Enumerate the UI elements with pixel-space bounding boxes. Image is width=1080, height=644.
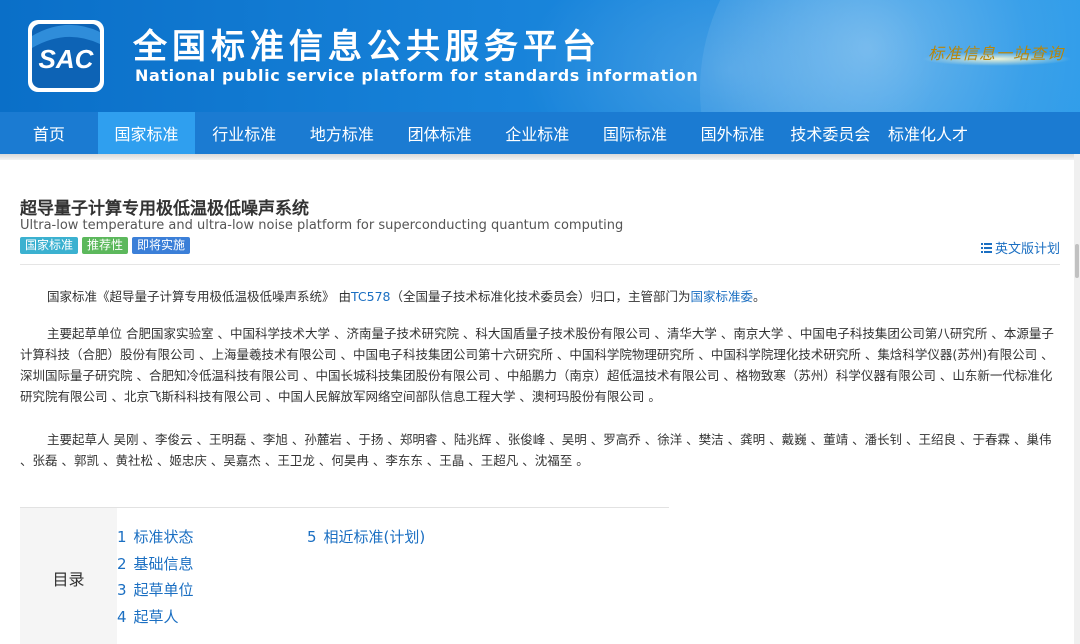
sac-logo[interactable]: SAC xyxy=(26,18,106,94)
toc-link[interactable]: 3 起草单位 xyxy=(117,577,194,604)
english-plan-label: 英文版计划 xyxy=(994,242,1060,257)
list-icon xyxy=(980,242,992,253)
toc-label-text: 起草单位 xyxy=(133,581,194,599)
slogan: 标准信息一站查询 xyxy=(927,44,1064,63)
toc-link[interactable]: 1 标准状态 xyxy=(117,524,194,551)
status-badge: 即将实施 xyxy=(132,237,191,254)
nav-item-1[interactable]: 国家标准 xyxy=(97,112,196,154)
standard-title-en: Ultra-low temperature and ultra-low nois… xyxy=(20,218,624,233)
toc-label-text: 相近标准(计划) xyxy=(323,528,426,546)
toc-number: 4 xyxy=(117,607,127,626)
intro-prefix: 国家标准《超导量子计算专用极低温极低噪声系统》 由 xyxy=(47,289,351,304)
title-divider xyxy=(20,264,1060,265)
nav-item-9[interactable]: 标准化人才 xyxy=(879,112,977,154)
nav-item-8[interactable]: 技术委员会 xyxy=(782,112,880,154)
intro-middle: （全国量子技术标准化技术委员会）归口，主管部门为 xyxy=(390,289,691,304)
toc-link[interactable]: 4 起草人 xyxy=(117,604,194,631)
table-of-contents: 目录 1 标准状态 2 基础信息 3 起草单位 4 起草人 5 相近标准(计划) xyxy=(20,507,669,644)
standard-badges: 国家标准 推荐性 即将实施 xyxy=(20,237,191,254)
nav-item-5[interactable]: 企业标准 xyxy=(488,112,586,154)
nav-item-4[interactable]: 团体标准 xyxy=(391,112,489,154)
toc-number: 3 xyxy=(117,581,127,599)
scrollbar-thumb[interactable] xyxy=(1075,244,1079,278)
drafting-units-text: 合肥国家实验室 、中国科学技术大学 、济南量子技术研究院 、科大国盾量子技术股份… xyxy=(20,326,1054,404)
toc-label: 目录 xyxy=(20,508,117,644)
toc-label-text: 标准状态 xyxy=(133,528,194,546)
nav-item-3[interactable]: 地方标准 xyxy=(293,112,391,154)
site-title-cn[interactable]: 全国标准信息公共服务平台 xyxy=(133,19,601,68)
drafters-paragraph: 主要起草人 吴刚 、李俊云 、王明磊 、李旭 、孙麓岩 、于扬 、郑明睿 、陆兆… xyxy=(20,429,1060,471)
toc-label-text: 基础信息 xyxy=(133,554,194,573)
main-nav: 首页 国家标准 行业标准 地方标准 团体标准 企业标准 国际标准 国外标准 技术委员会 标准化人才 xyxy=(0,112,1080,154)
toc-column-2: 5 相近标准(计划) xyxy=(307,524,425,551)
toc-number: 5 xyxy=(307,528,317,546)
intro-suffix: 。 xyxy=(753,289,766,304)
intro-paragraph: 国家标准《超导量子计算专用极低温极低噪声系统》 由TC578（全国量子技术标准化… xyxy=(20,286,1060,307)
nav-item-6[interactable]: 国际标准 xyxy=(586,112,684,154)
english-plan-link[interactable]: 英文版计划 xyxy=(980,238,1060,257)
toc-link[interactable]: 5 相近标准(计划) xyxy=(307,524,425,551)
toc-label-text: 起草人 xyxy=(133,607,179,626)
drafting-units-label: 主要起草单位 xyxy=(47,326,123,341)
toc-link[interactable]: 2 基础信息 xyxy=(117,551,194,578)
standard-title-cn: 超导量子计算专用极低温极低噪声系统 xyxy=(20,199,309,219)
site-header: SAC 全国标准信息公共服务平台 National public service… xyxy=(0,0,1080,112)
dept-link[interactable]: 国家标准委 xyxy=(691,289,754,304)
nav-item-2[interactable]: 行业标准 xyxy=(195,112,293,154)
drafting-units-paragraph: 主要起草单位 合肥国家实验室 、中国科学技术大学 、济南量子技术研究院 、科大国… xyxy=(20,323,1060,407)
nav-item-0[interactable]: 首页 xyxy=(0,112,98,154)
status-badge: 国家标准 xyxy=(20,237,79,254)
toc-number: 2 xyxy=(117,554,127,573)
logo-text: SAC xyxy=(39,44,95,74)
nav-shadow xyxy=(0,154,1080,160)
status-badge: 推荐性 xyxy=(82,237,129,254)
toc-column-1: 1 标准状态 2 基础信息 3 起草单位 4 起草人 xyxy=(117,524,194,630)
drafters-text: 吴刚 、李俊云 、王明磊 、李旭 、孙麓岩 、于扬 、郑明睿 、陆兆辉 、张俊峰… xyxy=(20,432,1052,468)
toc-number: 1 xyxy=(117,528,127,546)
scrollbar-track[interactable] xyxy=(1074,154,1080,644)
site-title-en: National public service platform for sta… xyxy=(135,66,699,85)
drafters-label: 主要起草人 xyxy=(47,432,110,447)
tc-link[interactable]: TC578 xyxy=(351,289,391,304)
nav-item-7[interactable]: 国外标准 xyxy=(684,112,782,154)
